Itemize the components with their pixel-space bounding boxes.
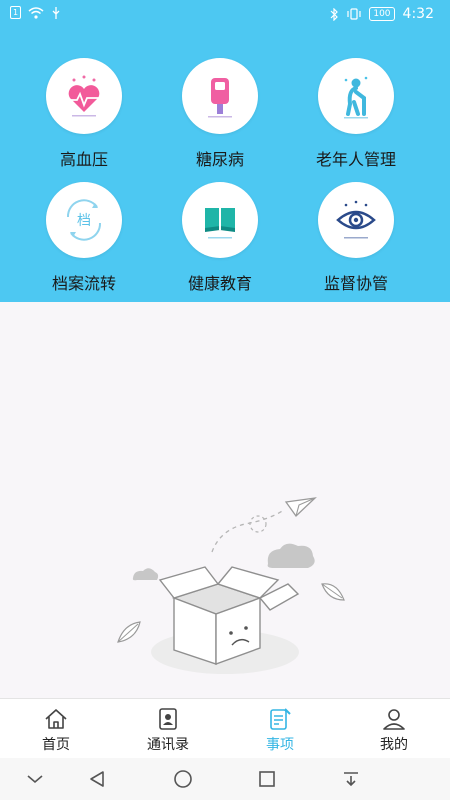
archive-glyph: 档 [77, 213, 91, 229]
pull-down-icon [344, 772, 358, 787]
contacts-icon [159, 708, 177, 730]
feature-label: 监督协管 [323, 274, 388, 293]
tasks-icon [270, 708, 291, 730]
glucose-meter-icon [182, 58, 258, 134]
feature-health-education[interactable]: 健康教育 [160, 182, 280, 294]
feature-archive-transfer[interactable]: 档 档案流转 [24, 182, 144, 294]
nav-back-button[interactable] [82, 768, 112, 790]
wifi-icon [28, 6, 44, 19]
bottom-tab-bar: 首页 通讯录 事项 我的 [0, 698, 450, 759]
tab-tasks[interactable]: 事项 [240, 707, 320, 754]
feature-label: 档案流转 [51, 274, 116, 293]
status-bar: 1 100 4:32 [0, 0, 450, 30]
feature-supervision[interactable]: 监督协管 [296, 182, 416, 294]
feature-grid: 高血压 糖尿病 老年人管理 档 档案流转 健康教育 监督协管 [0, 30, 450, 302]
status-time: 4:32 [402, 6, 434, 22]
home-circle-icon [174, 770, 192, 788]
feature-label: 健康教育 [187, 274, 252, 293]
recents-square-icon [259, 771, 275, 787]
back-triangle-icon [90, 771, 104, 787]
battery-indicator: 100 [369, 7, 395, 21]
archive-transfer-icon: 档 [46, 182, 122, 258]
feature-label: 老年人管理 [315, 150, 396, 169]
vibrate-icon [347, 8, 361, 20]
nav-home-button[interactable] [168, 768, 198, 790]
home-icon [45, 709, 67, 729]
empty-box-illustration [117, 497, 345, 674]
bluetooth-icon [330, 7, 339, 21]
chevron-down-icon [27, 775, 43, 784]
usb-icon [52, 6, 60, 19]
user-icon [383, 709, 405, 730]
feature-label: 糖尿病 [195, 150, 244, 169]
nav-recents-button[interactable] [252, 768, 282, 790]
heart-pulse-icon [46, 58, 122, 134]
tab-label: 事项 [266, 737, 294, 753]
feature-label: 高血压 [59, 150, 108, 169]
system-nav-bar [0, 758, 450, 800]
tab-profile[interactable]: 我的 [354, 707, 434, 754]
feature-elderly-management[interactable]: 老年人管理 [296, 58, 416, 170]
tab-label: 首页 [42, 737, 70, 753]
eye-icon [318, 182, 394, 258]
tab-label: 通讯录 [147, 737, 189, 753]
elderly-person-icon [318, 58, 394, 134]
sim-icon: 1 [10, 6, 21, 19]
nav-collapse-button[interactable] [20, 768, 50, 790]
empty-state [0, 302, 450, 698]
tab-contacts[interactable]: 通讯录 [128, 707, 208, 754]
feature-header: 高血压 糖尿病 老年人管理 档 档案流转 健康教育 监督协管 [0, 30, 450, 302]
feature-diabetes[interactable]: 糖尿病 [160, 58, 280, 170]
feature-hypertension[interactable]: 高血压 [24, 58, 144, 170]
nav-notification-button[interactable] [336, 768, 366, 790]
tab-home[interactable]: 首页 [16, 707, 96, 754]
tab-label: 我的 [380, 737, 408, 753]
open-book-icon [182, 182, 258, 258]
